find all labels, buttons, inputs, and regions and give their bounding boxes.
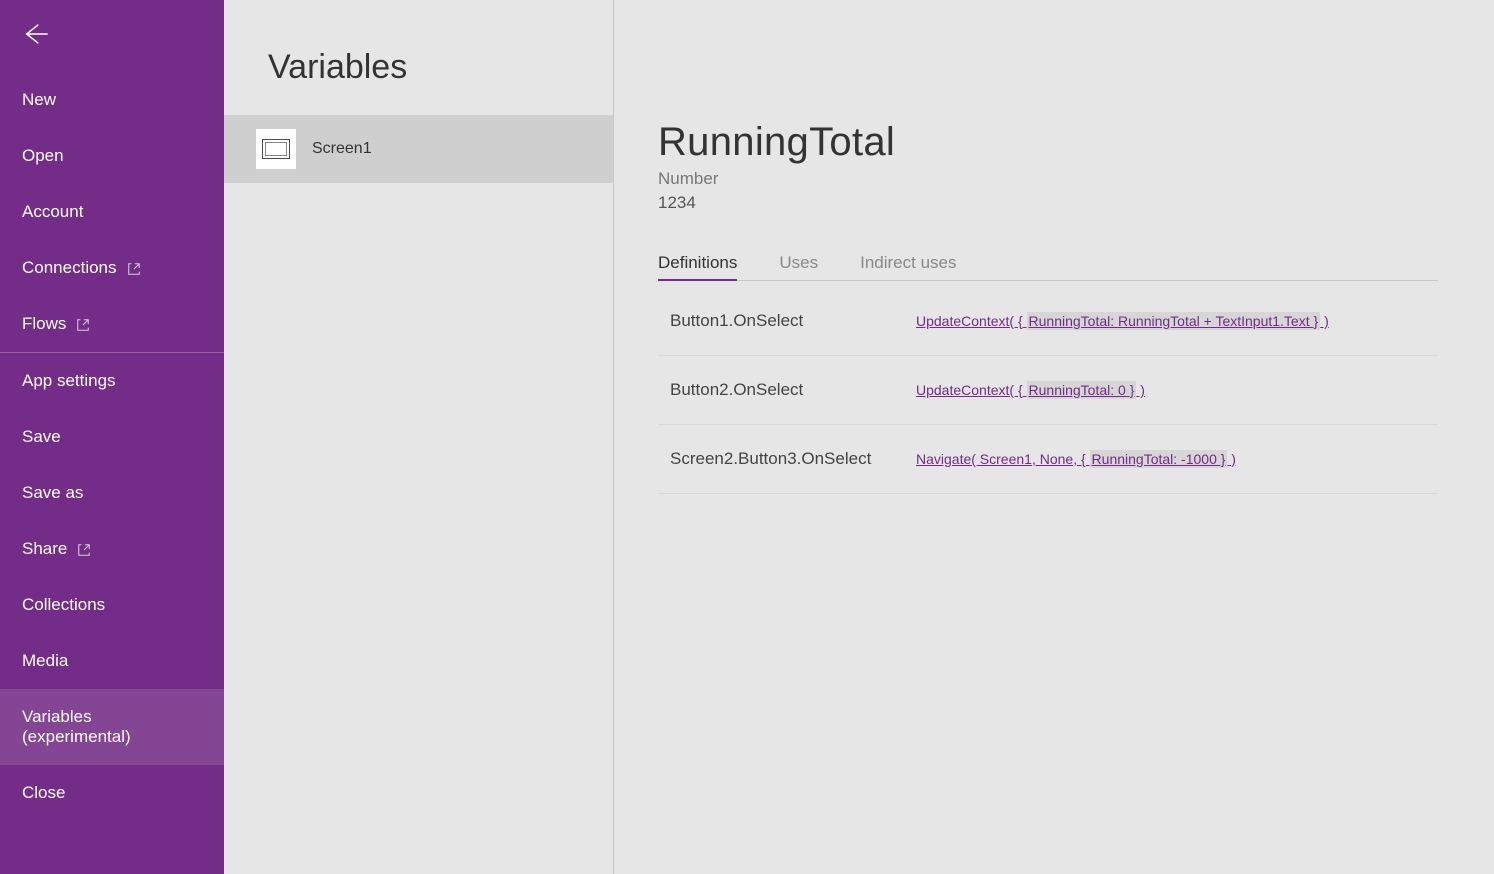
screen-label: Screen1 bbox=[312, 140, 372, 158]
sidebar-item-close[interactable]: Close bbox=[0, 765, 224, 821]
variables-panel: Variables Screen1 bbox=[224, 0, 614, 874]
definition-source: Button1.OnSelect bbox=[670, 311, 916, 331]
definition-row: Button1.OnSelectUpdateContext( { Running… bbox=[658, 287, 1438, 356]
sidebar-item-label: Save as bbox=[22, 483, 83, 503]
sidebar-item-label: Share bbox=[22, 539, 67, 559]
variable-detail: RunningTotal Number 1234 Definitions Uses… bbox=[614, 0, 1494, 874]
sidebar-item-label: App settings bbox=[22, 371, 116, 391]
sidebar-item-save-as[interactable]: Save as bbox=[0, 465, 224, 521]
sidebar-item-account[interactable]: Account bbox=[0, 184, 224, 240]
screen-item[interactable]: Screen1 bbox=[224, 115, 613, 183]
sidebar-item-label: Media bbox=[22, 651, 68, 671]
variable-type: Number bbox=[658, 169, 1438, 189]
definition-source: Button2.OnSelect bbox=[670, 380, 916, 400]
sidebar-item-new[interactable]: New bbox=[0, 72, 224, 128]
tab-definitions[interactable]: Definitions bbox=[658, 253, 737, 281]
definition-source: Screen2.Button3.OnSelect bbox=[670, 449, 916, 469]
sidebar-item-label: Open bbox=[22, 146, 64, 166]
definition-formula-link[interactable]: UpdateContext( { RunningTotal: RunningTo… bbox=[916, 313, 1329, 329]
sidebar-item-connections[interactable]: Connections bbox=[0, 240, 224, 296]
sidebar-item-open[interactable]: Open bbox=[0, 128, 224, 184]
definition-row: Screen2.Button3.OnSelectNavigate( Screen… bbox=[658, 425, 1438, 494]
back-button[interactable] bbox=[0, 0, 224, 72]
sidebar-item-label: Variables (experimental) bbox=[22, 707, 202, 747]
external-link-icon bbox=[76, 317, 90, 331]
sidebar-item-label: New bbox=[22, 90, 56, 110]
arrow-left-icon bbox=[22, 20, 50, 53]
sidebar-item-flows[interactable]: Flows bbox=[0, 296, 224, 352]
sidebar-item-collections[interactable]: Collections bbox=[0, 577, 224, 633]
external-link-icon bbox=[77, 542, 91, 556]
sidebar: New Open Account Connections Flows App settin… bbox=[0, 0, 224, 874]
sidebar-item-save[interactable]: Save bbox=[0, 409, 224, 465]
sidebar-item-label: Account bbox=[22, 202, 83, 222]
sidebar-item-label: Flows bbox=[22, 314, 66, 334]
external-link-icon bbox=[127, 261, 141, 275]
detail-tabs: Definitions Uses Indirect uses bbox=[658, 253, 1438, 281]
variable-name: RunningTotal bbox=[658, 120, 1438, 165]
sidebar-item-label: Save bbox=[22, 427, 61, 447]
definition-row: Button2.OnSelectUpdateContext( { Running… bbox=[658, 356, 1438, 425]
definitions-list: Button1.OnSelectUpdateContext( { Running… bbox=[658, 287, 1438, 494]
definition-formula-link[interactable]: UpdateContext( { RunningTotal: 0 } ) bbox=[916, 382, 1145, 398]
variables-title: Variables bbox=[224, 48, 613, 115]
tab-uses[interactable]: Uses bbox=[779, 253, 818, 280]
sidebar-item-variables-experimental-[interactable]: Variables (experimental) bbox=[0, 689, 224, 765]
sidebar-item-label: Connections bbox=[22, 258, 117, 278]
tab-indirect-uses[interactable]: Indirect uses bbox=[860, 253, 956, 280]
sidebar-item-label: Collections bbox=[22, 595, 105, 615]
sidebar-item-label: Close bbox=[22, 783, 65, 803]
sidebar-item-app-settings[interactable]: App settings bbox=[0, 352, 224, 409]
variable-value: 1234 bbox=[658, 193, 1438, 213]
sidebar-item-media[interactable]: Media bbox=[0, 633, 224, 689]
definition-formula-link[interactable]: Navigate( Screen1, None, { RunningTotal:… bbox=[916, 451, 1236, 467]
sidebar-item-share[interactable]: Share bbox=[0, 521, 224, 577]
screen-icon bbox=[256, 129, 296, 169]
